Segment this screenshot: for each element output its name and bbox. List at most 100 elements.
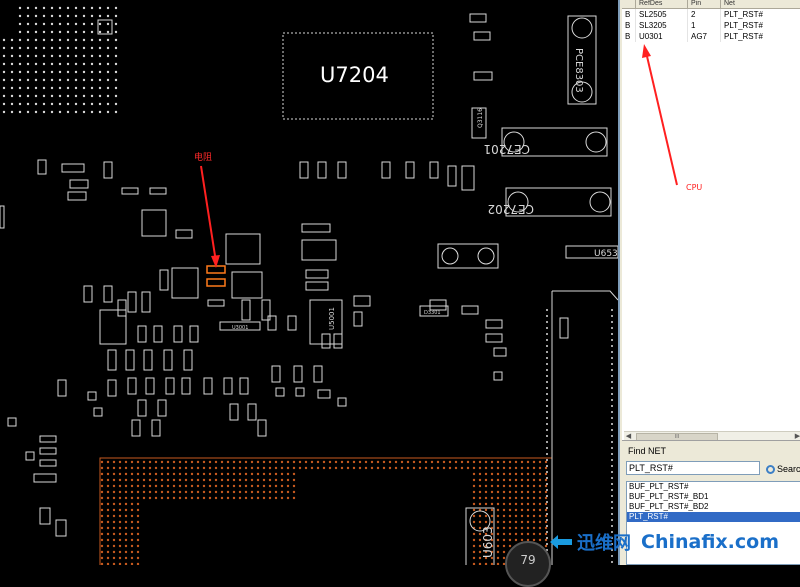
bga-dot <box>114 110 118 114</box>
scroll-thumb[interactable]: III <box>636 433 718 440</box>
smd-component <box>261 299 271 321</box>
bga-orange-dot <box>484 508 488 512</box>
bga-orange-dot <box>532 532 536 536</box>
bga-dot <box>34 102 38 106</box>
edge-dot <box>611 435 613 437</box>
bga-orange-dot <box>238 460 242 464</box>
edge-dot <box>611 489 613 491</box>
find-net-input[interactable]: PLT_RST# <box>626 461 760 475</box>
bga-orange-dot <box>226 460 230 464</box>
bga-orange-dot <box>436 460 440 464</box>
list-item[interactable]: BUF_PLT_RST# <box>627 482 800 492</box>
bga-orange-dot <box>532 508 536 512</box>
bga-orange-dot <box>310 466 314 470</box>
bga-orange-dot <box>136 502 140 506</box>
capacitor-pad-a <box>441 247 459 265</box>
bga-dot <box>114 46 118 50</box>
bga-orange-dot <box>130 460 134 464</box>
bga-orange-dot <box>478 472 482 476</box>
bga-dot <box>106 94 110 98</box>
bga-dot <box>58 30 62 34</box>
chip-d3301-label: D3301 <box>424 310 441 316</box>
pcb-canvas[interactable]: U7204 CE7201 CE7202 PCE8303 U603 U5001 U… <box>0 0 618 565</box>
edge-dot <box>546 513 548 515</box>
bga-dot <box>18 86 22 90</box>
bga-orange-dot <box>286 496 290 500</box>
bga-orange-dot <box>520 514 524 518</box>
edge-dot <box>611 423 613 425</box>
bga-dot <box>50 94 54 98</box>
bga-orange-dot <box>124 502 128 506</box>
bga-dot <box>34 70 38 74</box>
bga-dot <box>2 102 6 106</box>
bga-orange-dot <box>508 514 512 518</box>
bga-dot <box>114 70 118 74</box>
bga-orange-dot <box>178 484 182 488</box>
bga-orange-dot <box>262 478 266 482</box>
bga-dot <box>42 54 46 58</box>
bga-dot <box>98 46 102 50</box>
bga-orange-dot <box>100 502 104 506</box>
bga-dot <box>82 110 86 114</box>
smd-component <box>151 419 161 437</box>
smd-component <box>485 333 503 343</box>
bga-orange-dot <box>196 478 200 482</box>
bga-orange-dot <box>376 460 380 464</box>
bga-orange-dot <box>160 496 164 500</box>
edge-dot <box>546 405 548 407</box>
pin-grid[interactable]: RefDes Pin Net B SL2505 2 PLT_RST# B SL3… <box>622 0 800 441</box>
bga-dot <box>50 110 54 114</box>
bga-dot <box>50 78 54 82</box>
bga-dot <box>66 30 70 34</box>
smd-component <box>353 311 363 327</box>
bga-orange-dot <box>190 484 194 488</box>
bga-orange-dot <box>106 490 110 494</box>
list-item[interactable]: BUF_PLT_RST#_BD2 <box>627 502 800 512</box>
bga-orange-dot <box>484 496 488 500</box>
smd-component <box>141 291 151 313</box>
bga-orange-dot <box>544 460 548 464</box>
bga-orange-dot <box>202 478 206 482</box>
horizontal-scrollbar[interactable]: ◀ III ▶ <box>624 431 800 440</box>
bga-orange-dot <box>496 526 500 530</box>
bga-orange-dot <box>130 520 134 524</box>
bga-dot <box>26 110 30 114</box>
ic-small-f <box>301 239 337 261</box>
list-item-selected[interactable]: PLT_RST# <box>627 512 800 522</box>
smd-component <box>337 397 347 407</box>
bga-orange-dot <box>412 466 416 470</box>
bga-dot <box>114 6 118 10</box>
bga-dot <box>98 14 102 18</box>
highlighted-resistor-b[interactable] <box>206 278 226 287</box>
bga-orange-dot <box>388 466 392 470</box>
list-item[interactable]: BUF_PLT_RST#_BD1 <box>627 492 800 502</box>
bga-orange-dot <box>238 478 242 482</box>
bga-dot <box>82 6 86 10</box>
bga-dot <box>90 14 94 18</box>
bga-orange-dot <box>472 496 476 500</box>
bga-orange-dot <box>202 490 206 494</box>
bga-dot <box>50 62 54 66</box>
bga-orange-dot <box>514 472 518 476</box>
bga-orange-dot <box>130 532 134 536</box>
bga-orange-dot <box>502 508 506 512</box>
edge-dot <box>611 333 613 335</box>
bga-orange-dot <box>118 460 122 464</box>
bga-orange-dot <box>526 496 530 500</box>
search-button[interactable]: Search <box>766 461 800 477</box>
bga-dot <box>74 38 78 42</box>
edge-dot <box>546 417 548 419</box>
smd-component <box>39 507 51 525</box>
bga-orange-dot <box>112 478 116 482</box>
bga-orange-dot <box>100 556 104 560</box>
bga-orange-dot <box>502 550 506 554</box>
pcb-board-view[interactable]: U7204 CE7201 CE7202 PCE8303 U603 U5001 U… <box>0 0 618 565</box>
bga-orange-dot <box>190 496 194 500</box>
scroll-left-icon[interactable]: ◀ <box>624 432 633 440</box>
bga-dot <box>58 70 62 74</box>
bga-dot <box>106 54 110 58</box>
scroll-right-icon[interactable]: ▶ <box>793 432 800 440</box>
bga-orange-dot <box>136 556 140 560</box>
bga-orange-dot <box>472 478 476 482</box>
bga-orange-dot <box>100 508 104 512</box>
